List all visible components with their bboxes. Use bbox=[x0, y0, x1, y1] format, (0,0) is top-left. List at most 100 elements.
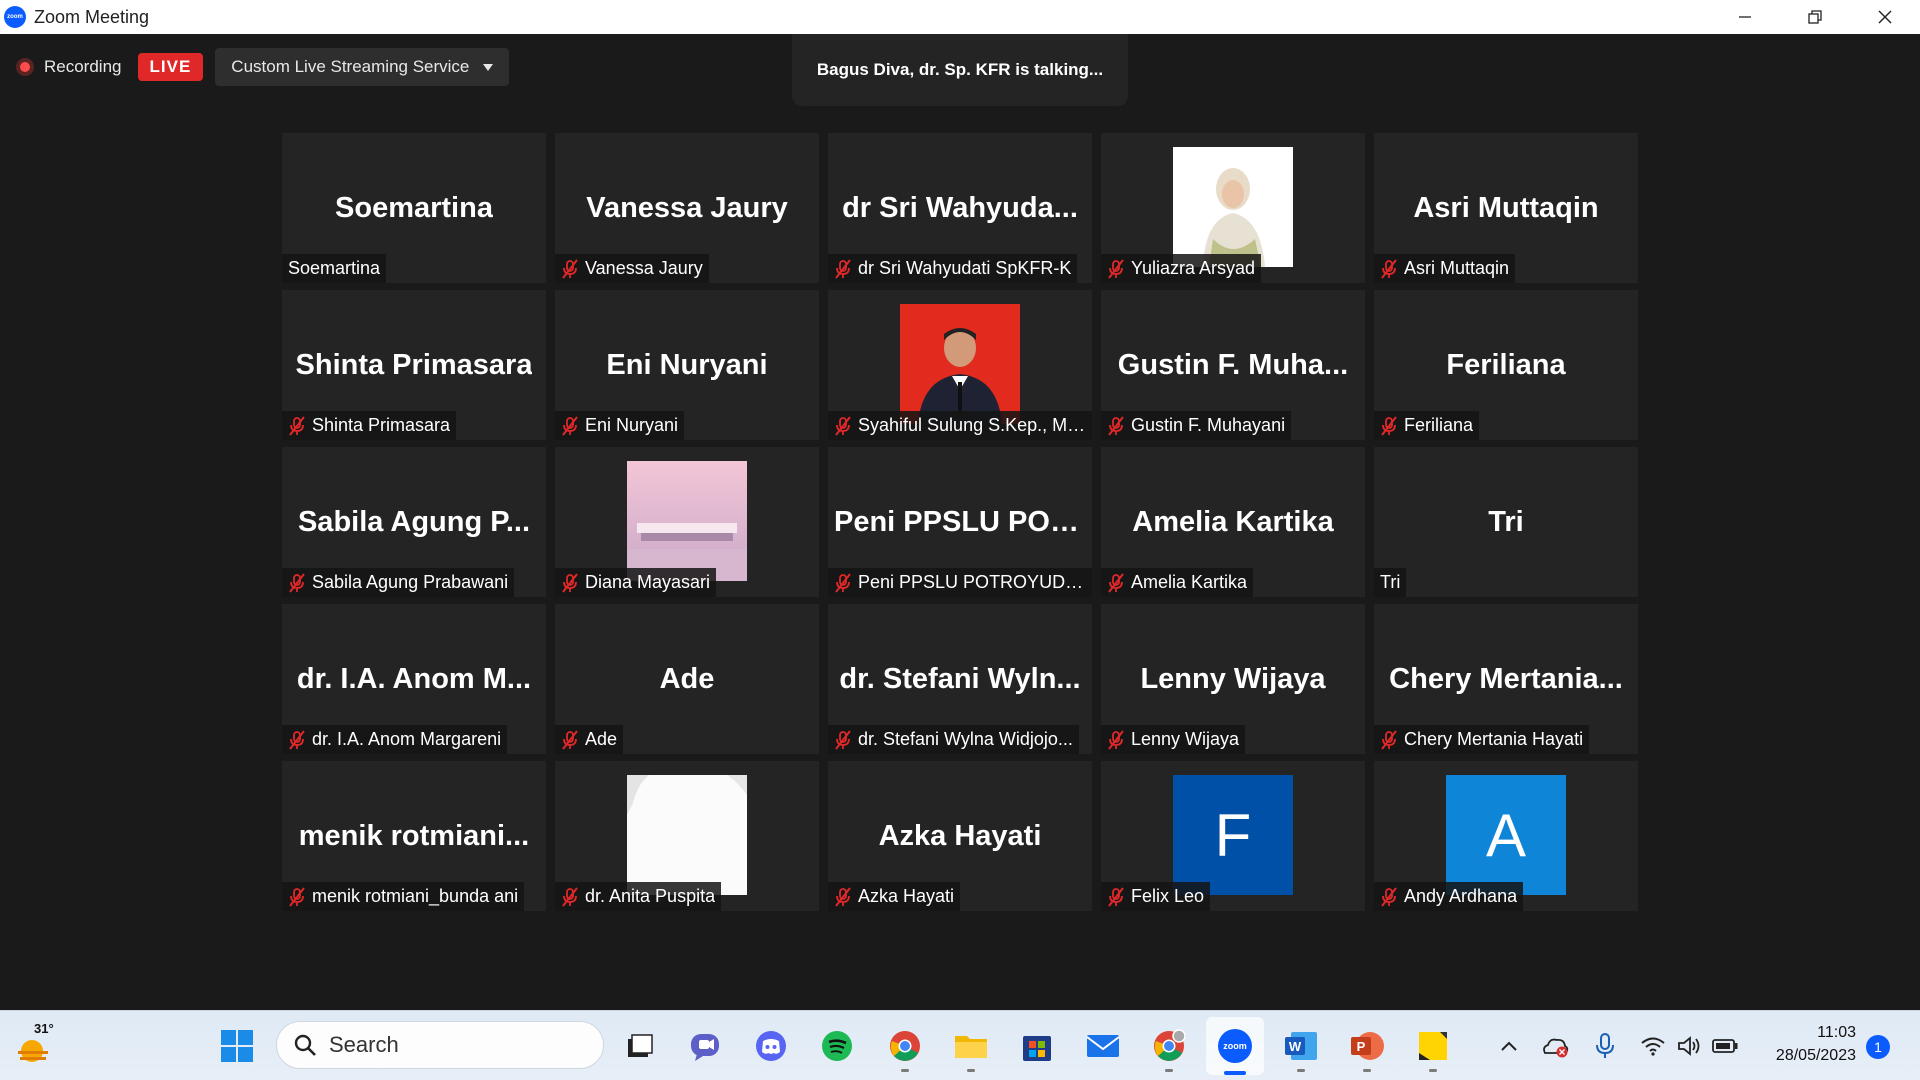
display-name-text: Feriliana bbox=[1446, 348, 1566, 381]
minimize-button[interactable] bbox=[1710, 0, 1780, 34]
close-icon bbox=[1878, 10, 1892, 24]
participant-tile[interactable]: Gustin F. Muha... Gustin F. Muhayani bbox=[1101, 290, 1365, 440]
display-name-text: dr. Stefani Wyln... bbox=[839, 662, 1081, 695]
task-view-icon bbox=[628, 1034, 653, 1057]
participant-tile[interactable]: F Felix Leo bbox=[1101, 761, 1365, 911]
participant-tile[interactable]: Shinta Primasara Shinta Primasara bbox=[282, 290, 546, 440]
chevron-down-icon bbox=[483, 63, 494, 71]
microsoft-store-button[interactable] bbox=[1018, 1027, 1056, 1065]
tray-overflow-button[interactable] bbox=[1490, 1027, 1528, 1065]
microphone-icon bbox=[1596, 1033, 1614, 1058]
chrome-button[interactable] bbox=[886, 1027, 924, 1065]
mic-muted-icon bbox=[835, 415, 851, 436]
participant-tile[interactable]: Azka Hayati Azka Hayati bbox=[828, 761, 1092, 911]
volume-tray-button[interactable] bbox=[1670, 1027, 1708, 1065]
participant-name: Gustin F. Muhayani bbox=[1131, 415, 1286, 435]
participant-tile[interactable]: Asri Muttaqin Asri Muttaqin bbox=[1374, 133, 1638, 283]
taskbar-clock[interactable]: 11:03 28/05/2023 bbox=[1756, 1021, 1856, 1067]
microphone-tray-button[interactable] bbox=[1586, 1027, 1624, 1065]
mic-muted-icon bbox=[562, 729, 578, 750]
battery-tray-button[interactable] bbox=[1706, 1027, 1744, 1065]
chrome-running-indicator bbox=[901, 1069, 909, 1072]
start-button[interactable] bbox=[218, 1027, 256, 1065]
taskbar: 31° Search zoom W P 11:03 28/05/2023 1 bbox=[0, 1010, 1920, 1080]
participant-name-label: Vanessa Jaury bbox=[555, 254, 709, 283]
participant-tile[interactable]: Sabila Agung P... Sabila Agung Prabawani bbox=[282, 447, 546, 597]
meeting-area: Recording LIVE Custom Live Streaming Ser… bbox=[0, 34, 1920, 1010]
participant-name: Ade bbox=[585, 729, 618, 749]
windows-logo-icon bbox=[221, 1030, 253, 1062]
spotify-icon bbox=[822, 1031, 852, 1061]
participant-tile[interactable]: dr. Anita Puspita bbox=[555, 761, 819, 911]
task-view-button[interactable] bbox=[620, 1027, 658, 1065]
mail-button[interactable] bbox=[1084, 1027, 1122, 1065]
restore-button[interactable] bbox=[1780, 0, 1850, 34]
word-button[interactable]: W bbox=[1282, 1027, 1320, 1065]
teams-chat-button[interactable] bbox=[686, 1027, 724, 1065]
file-explorer-button[interactable] bbox=[952, 1027, 990, 1065]
svg-text:P: P bbox=[1357, 1039, 1366, 1054]
participant-name: Eni Nuryani bbox=[585, 415, 679, 435]
participant-tile[interactable]: Diana Mayasari bbox=[555, 447, 819, 597]
store-icon bbox=[1023, 1036, 1051, 1061]
participant-name: Syahiful Sulung S.Kep., M.... bbox=[858, 415, 1086, 435]
participant-tile[interactable]: Syahiful Sulung S.Kep., M.... bbox=[828, 290, 1092, 440]
participant-name-label: dr. Stefani Wylna Widjojo... bbox=[828, 725, 1079, 754]
recording-icon[interactable] bbox=[16, 58, 34, 76]
stream-service-label: Custom Live Streaming Service bbox=[231, 57, 470, 76]
stream-service-dropdown[interactable]: Custom Live Streaming Service bbox=[215, 48, 510, 86]
participant-tile[interactable]: Tri Tri bbox=[1374, 447, 1638, 597]
chrome-profile-button[interactable] bbox=[1150, 1027, 1188, 1065]
wifi-tray-button[interactable] bbox=[1634, 1027, 1672, 1065]
notification-badge[interactable]: 1 bbox=[1866, 1035, 1890, 1059]
participant-tile[interactable]: Peni PPSLU POT... Peni PPSLU POTROYUDAN bbox=[828, 447, 1092, 597]
zoom-app-icon: zoom bbox=[4, 6, 26, 28]
mic-muted-icon bbox=[1108, 572, 1124, 593]
window-title: Zoom Meeting bbox=[34, 6, 150, 27]
taskbar-search[interactable]: Search bbox=[276, 1021, 604, 1069]
mic-muted-icon bbox=[562, 258, 578, 279]
participant-tile[interactable]: Eni Nuryani Eni Nuryani bbox=[555, 290, 819, 440]
powerpoint-button[interactable]: P bbox=[1348, 1027, 1386, 1065]
participant-tile[interactable]: Feriliana Feriliana bbox=[1374, 290, 1638, 440]
participant-name-label: menik rotmiani_bunda ani bbox=[282, 882, 525, 911]
participant-name: Yuliazra Arsyad bbox=[1131, 258, 1256, 278]
participant-name: Diana Mayasari bbox=[585, 572, 711, 592]
onedrive-error-icon bbox=[1543, 1038, 1569, 1058]
participant-name-label: Yuliazra Arsyad bbox=[1101, 254, 1262, 283]
chevron-up-icon bbox=[1501, 1041, 1517, 1051]
participant-tile[interactable]: dr. Stefani Wyln... dr. Stefani Wylna Wid… bbox=[828, 604, 1092, 754]
participant-tile[interactable]: Yuliazra Arsyad bbox=[1101, 133, 1365, 283]
participant-tile[interactable]: Chery Mertania... Chery Mertania Hayati bbox=[1374, 604, 1638, 754]
participant-tile[interactable]: Ade Ade bbox=[555, 604, 819, 754]
close-button[interactable] bbox=[1850, 0, 1920, 34]
participant-tile[interactable]: dr Sri Wahyuda... dr Sri Wahyudati SpKFR-… bbox=[828, 133, 1092, 283]
discord-button[interactable] bbox=[752, 1027, 790, 1065]
participant-tile[interactable]: menik rotmiani... menik rotmiani_bunda an… bbox=[282, 761, 546, 911]
participant-tile[interactable]: A Andy Ardhana bbox=[1374, 761, 1638, 911]
participant-tile[interactable]: Vanessa Jaury Vanessa Jaury bbox=[555, 133, 819, 283]
teams-chat-icon bbox=[691, 1034, 719, 1061]
participant-tile[interactable]: Soemartina Soemartina bbox=[282, 133, 546, 283]
clock-time: 11:03 bbox=[1817, 1024, 1856, 1041]
explorer-running-indicator bbox=[967, 1069, 975, 1072]
participant-name: menik rotmiani_bunda ani bbox=[312, 886, 519, 906]
sticky-notes-button[interactable] bbox=[1414, 1027, 1452, 1065]
mic-muted-icon bbox=[1108, 415, 1124, 436]
participant-name-label: dr Sri Wahyudati SpKFR-K bbox=[828, 254, 1078, 283]
participant-tile[interactable]: Lenny Wijaya Lenny Wijaya bbox=[1101, 604, 1365, 754]
onedrive-tray-button[interactable] bbox=[1536, 1027, 1574, 1065]
recording-bar: Recording LIVE Custom Live Streaming Ser… bbox=[16, 48, 510, 86]
live-badge[interactable]: LIVE bbox=[137, 53, 204, 81]
display-name-text: dr. I.A. Anom M... bbox=[296, 662, 532, 695]
participant-tile[interactable]: Amelia Kartika Amelia Kartika bbox=[1101, 447, 1365, 597]
mic-muted-icon bbox=[289, 729, 305, 750]
spotify-button[interactable] bbox=[818, 1027, 856, 1065]
zoom-taskbar-button[interactable]: zoom bbox=[1216, 1027, 1254, 1065]
active-speaker-banner: Bagus Diva, dr. Sp. KFR is talking... bbox=[792, 34, 1128, 106]
mic-muted-icon bbox=[1381, 729, 1397, 750]
participant-tile[interactable]: dr. I.A. Anom M... dr. I.A. Anom Margaren… bbox=[282, 604, 546, 754]
weather-temperature: 31° bbox=[34, 1021, 54, 1036]
participant-name-label: dr. I.A. Anom Margareni bbox=[282, 725, 508, 754]
participant-name-label: Eni Nuryani bbox=[555, 411, 685, 440]
